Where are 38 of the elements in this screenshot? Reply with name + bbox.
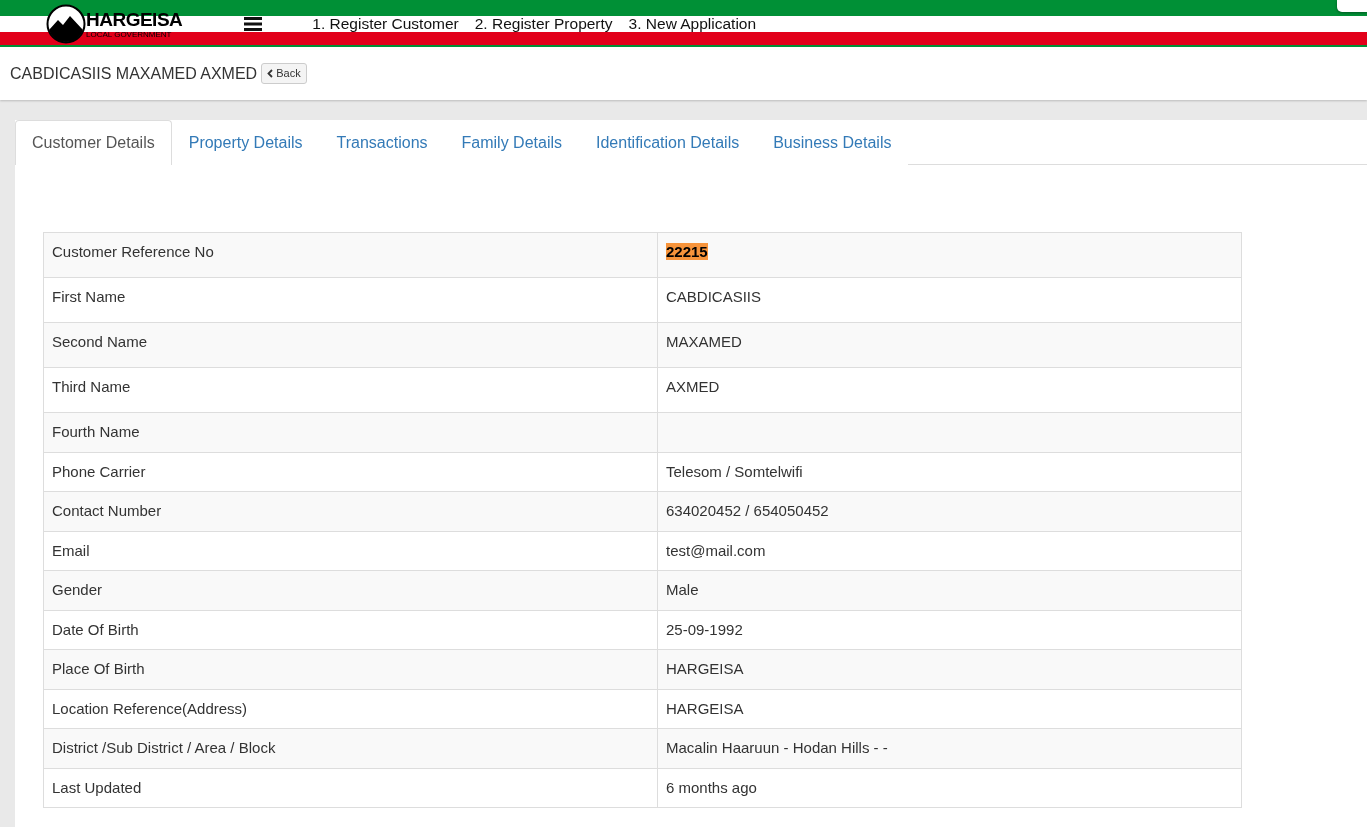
- field-label: Second Name: [43, 322, 658, 368]
- field-value: Macalin Haaruun - Hodan Hills - -: [657, 728, 1242, 768]
- floating-panel: [1337, 0, 1367, 12]
- field-label: First Name: [43, 277, 658, 323]
- field-value: 634020452 / 654050452: [657, 491, 1242, 531]
- field-label: Location Reference(Address): [43, 689, 658, 729]
- field-label: Date Of Birth: [43, 610, 658, 650]
- field-label: Contact Number: [43, 491, 658, 531]
- nav-link[interactable]: 3. New Application: [628, 16, 757, 32]
- field-label: Customer Reference No: [43, 232, 658, 278]
- field-value: AXMED: [657, 367, 1242, 413]
- nav-link[interactable]: 2. Register Property: [474, 16, 613, 32]
- field-value: HARGEISA: [657, 649, 1242, 689]
- chevron-left-icon: [267, 69, 274, 78]
- field-value: MAXAMED: [657, 322, 1242, 368]
- tab[interactable]: Customer Details: [15, 120, 172, 165]
- page-title: CABDICASIIS MAXAMED AXMED: [10, 63, 258, 84]
- field-label: Phone Carrier: [43, 452, 658, 492]
- nav-link[interactable]: 1. Register Customer: [312, 16, 459, 32]
- field-value: 25-09-1992: [657, 610, 1242, 650]
- logo-icon: [46, 4, 86, 44]
- field-label: Third Name: [43, 367, 658, 413]
- field-value: Telesom / Somtelwifi: [657, 452, 1242, 492]
- back-button[interactable]: Back: [261, 63, 307, 84]
- highlighted-value: 22215: [666, 243, 708, 260]
- field-label: Last Updated: [43, 768, 658, 808]
- menu-icon[interactable]: [244, 17, 263, 31]
- field-value: test@mail.com: [657, 531, 1242, 571]
- field-label: Place Of Birth: [43, 649, 658, 689]
- logo-subtitle: LOCAL GOVERNMENT: [86, 29, 173, 39]
- field-value: 6 months ago: [657, 768, 1242, 808]
- field-label: Gender: [43, 570, 658, 610]
- field-label: Email: [43, 531, 658, 571]
- field-value: HARGEISA: [657, 689, 1242, 729]
- field-value: CABDICASIIS: [657, 277, 1242, 323]
- field-label: Fourth Name: [43, 412, 658, 452]
- field-label: District /Sub District / Area / Block: [43, 728, 658, 768]
- field-value: Male: [657, 570, 1242, 610]
